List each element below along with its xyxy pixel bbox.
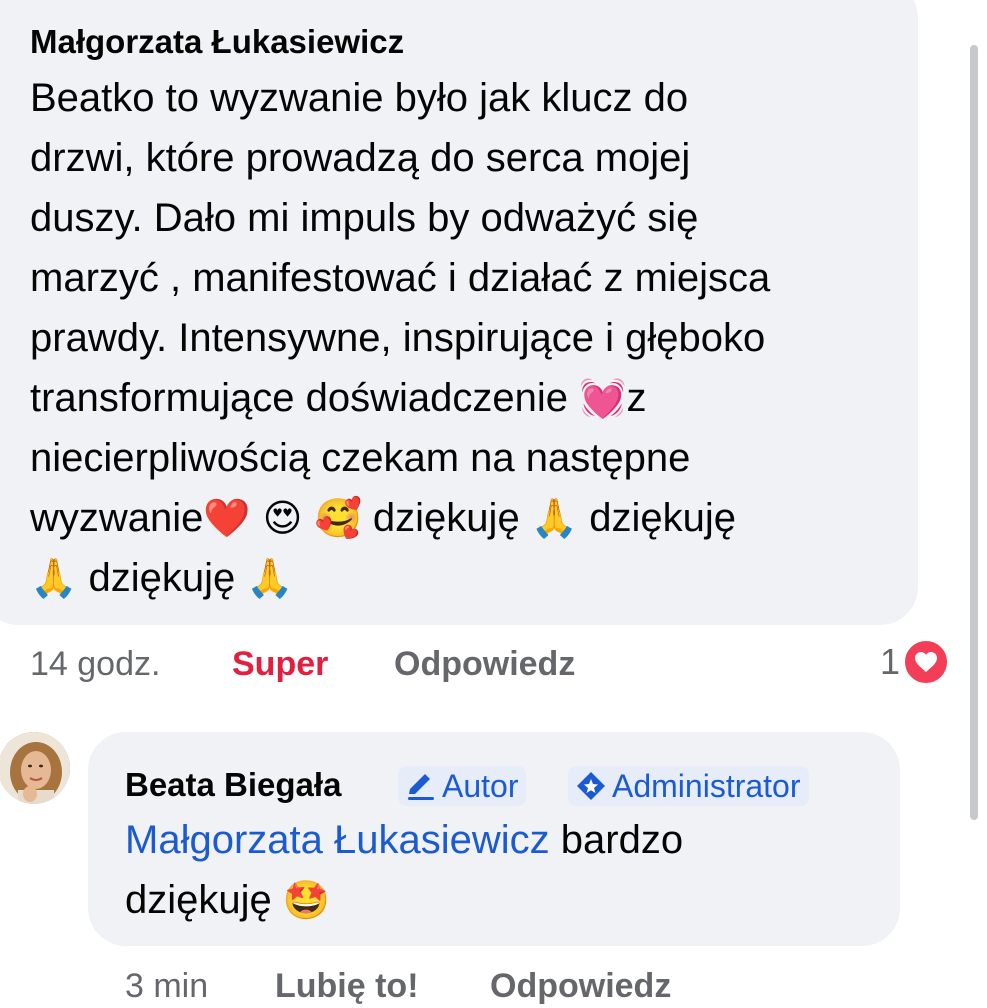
- reply-actions: 3 min Lubię to! Odpowiedz: [125, 964, 671, 1008]
- avatar[interactable]: [0, 732, 70, 804]
- shield-star-icon: [577, 772, 605, 800]
- comment-line-text: dziękuję: [77, 556, 247, 600]
- hearts-emojis: ❤️ 😍 🥰: [203, 496, 362, 540]
- pray-emoji: 🙏: [246, 556, 294, 600]
- scrollbar[interactable]: [970, 45, 978, 820]
- comment-timestamp[interactable]: 14 godz.: [30, 645, 160, 683]
- author-badge-label: Autor: [442, 768, 519, 804]
- like-button[interactable]: Lubię to!: [275, 964, 419, 1008]
- reply-author[interactable]: Beata Biegała: [125, 764, 341, 806]
- reply-button[interactable]: Odpowiedz: [394, 642, 575, 686]
- comment-text: Beatko to wyzwanie było jak klucz do drz…: [30, 68, 910, 608]
- reply-timestamp[interactable]: 3 min: [125, 967, 208, 1005]
- reaction-count: 1: [880, 641, 901, 682]
- comment-actions: 14 godz. Super Odpowiedz: [30, 642, 575, 686]
- comments-view: Małgorzata Łukasiewicz Beatko to wyzwani…: [0, 0, 987, 1008]
- comment-line: Beatko to wyzwanie było jak klucz do: [30, 76, 689, 120]
- author-badge: Autor: [398, 766, 527, 806]
- mention-link[interactable]: Małgorzata Łukasiewicz: [125, 818, 550, 862]
- comment-line: drzwi, które prowadzą do serca mojej: [30, 136, 691, 180]
- comment-line: prawdy. Intensywne, inspirujące i głębok…: [30, 316, 766, 360]
- comment-line: duszy. Dało mi impuls by odważyć się: [30, 196, 699, 240]
- reaction-summary[interactable]: 1: [880, 638, 951, 686]
- comment-line: wyzwanie❤️ 😍 🥰 dziękuję 🙏 dziękuję: [30, 488, 910, 548]
- comment-line-text: dziękuję: [361, 496, 531, 540]
- like-button[interactable]: Super: [232, 642, 328, 686]
- comment-line: transformujące doświadczenie 💓z: [30, 368, 910, 428]
- admin-badge-label: Administrator: [612, 768, 801, 804]
- comment-line: marzyć , manifestować i działać z miejsc…: [30, 256, 771, 300]
- heart-icon: [902, 638, 951, 686]
- comment-line: 🙏 dziękuję 🙏: [30, 548, 910, 608]
- reply-text: Małgorzata Łukasiewicz bardzo dziękuję 🤩: [125, 810, 683, 930]
- beating-heart-emoji: 💓: [579, 376, 627, 420]
- comment-author[interactable]: Małgorzata Łukasiewicz: [30, 22, 404, 62]
- pray-emoji: 🙏: [30, 556, 78, 600]
- reply-line: dziękuję 🤩: [125, 870, 683, 930]
- pray-emoji: 🙏: [530, 496, 579, 540]
- reply-button[interactable]: Odpowiedz: [490, 964, 671, 1008]
- comment-line-text: transformujące doświadczenie: [30, 376, 580, 420]
- reply-line: Małgorzata Łukasiewicz bardzo: [125, 810, 683, 870]
- admin-badge: Administrator: [568, 766, 809, 806]
- comment-line-text: wyzwanie: [30, 496, 204, 540]
- pencil-icon: [408, 774, 434, 800]
- comment-line: niecierpliwością czekam na następne: [30, 436, 691, 480]
- reply-line-text: dziękuję: [125, 878, 283, 922]
- comment-line-text: dziękuję: [578, 496, 736, 540]
- reply-line-text: bardzo: [549, 818, 684, 862]
- star-struck-emoji: 🤩: [282, 878, 331, 922]
- comment-line-text: z: [626, 376, 647, 420]
